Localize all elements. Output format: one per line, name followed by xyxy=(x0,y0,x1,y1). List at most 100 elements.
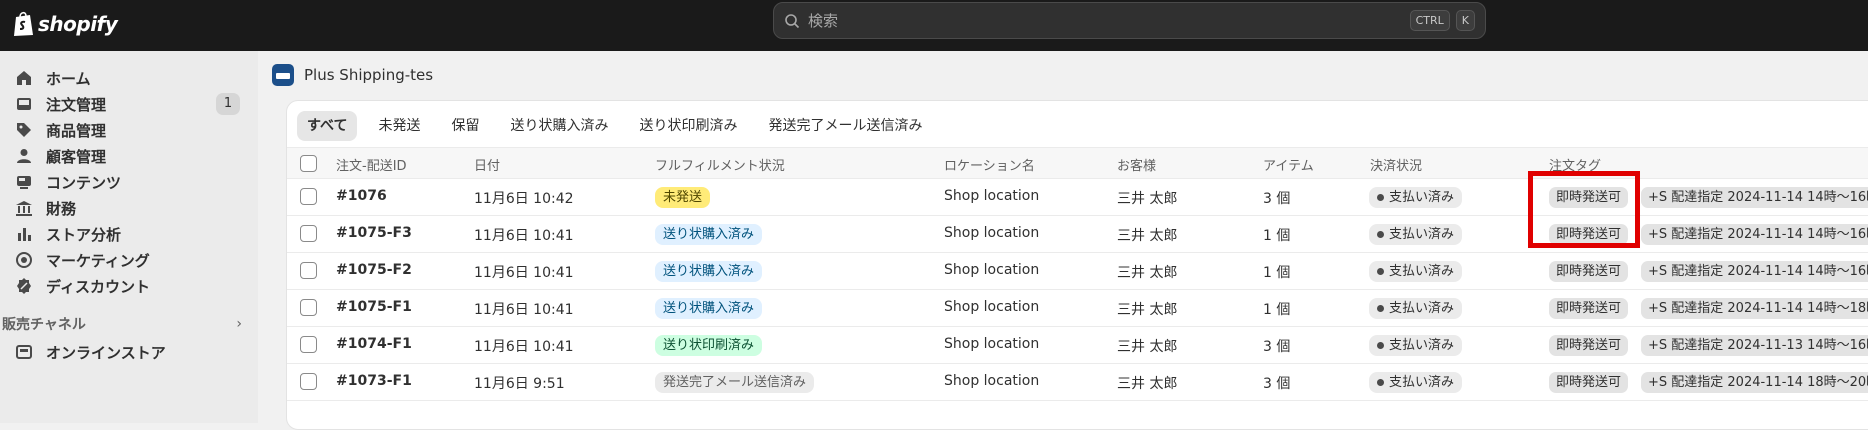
sidebar-item-label: 注文管理 xyxy=(46,95,107,114)
order-tag: 即時発送可 xyxy=(1549,298,1629,319)
location-name: Shop location xyxy=(944,336,1040,352)
tab-label-purchased[interactable]: 送り状購入済み xyxy=(500,111,618,141)
chevron-right-icon: › xyxy=(236,316,242,332)
table-row[interactable]: #1074-F1 11月6日 10:41 送り状印刷済み Shop location 三… xyxy=(287,327,1868,364)
sidebar-item-online-store[interactable]: オンラインストア xyxy=(10,337,246,367)
fulfillment-status-badge: 送り状印刷済み xyxy=(655,335,763,356)
customer-name: 三井 太郎 xyxy=(1117,265,1178,281)
shortcut-key-ctrl: CTRL xyxy=(1409,10,1450,31)
sidebar-item-label: ホーム xyxy=(46,69,91,88)
row-checkbox[interactable] xyxy=(300,262,317,279)
fulfillment-status-badge: 未発送 xyxy=(655,187,711,208)
item-count: 1 個 xyxy=(1263,265,1291,281)
order-id-link[interactable]: #1075-F3 xyxy=(336,225,412,241)
order-date: 11月6日 10:41 xyxy=(474,302,574,318)
order-id-link[interactable]: #1074-F1 xyxy=(336,336,412,352)
shortcut-key-k: K xyxy=(1455,10,1475,31)
content-icon xyxy=(14,172,34,192)
orders-count-badge: 1 xyxy=(216,93,240,115)
fulfillment-status-badge: 送り状購入済み xyxy=(655,261,763,282)
payment-status-badge: 支払い済み xyxy=(1369,298,1463,319)
order-date: 11月6日 9:51 xyxy=(474,376,565,392)
order-tag: +S 配達指定 2024-11-14 14時〜18時 xyxy=(1641,298,1868,319)
sidebar-item-label: ストア分析 xyxy=(46,225,122,244)
orders-card: すべて 未発送 保留 送り状購入済み 送り状印刷済み 発送完了メール送信済み 注… xyxy=(286,100,1868,430)
row-checkbox[interactable] xyxy=(300,373,317,390)
row-checkbox[interactable] xyxy=(300,299,317,316)
tab-label-printed[interactable]: 送り状印刷済み xyxy=(629,111,747,141)
tab-unfulfilled[interactable]: 未発送 xyxy=(368,111,430,141)
store-header: Plus Shipping-tes xyxy=(272,63,433,87)
target-icon xyxy=(14,250,34,270)
sidebar-item-label: コンテンツ xyxy=(46,173,122,192)
sidebar-item-label: ディスカウント xyxy=(46,277,150,296)
item-count: 1 個 xyxy=(1263,302,1291,318)
order-tag: 即時発送可 xyxy=(1549,261,1629,282)
order-tag: 即時発送可 xyxy=(1549,372,1629,393)
sidebar-item-label: 顧客管理 xyxy=(46,147,107,166)
bank-icon xyxy=(14,198,34,218)
table-row[interactable]: #1075-F2 11月6日 10:41 送り状購入済み Shop location 三… xyxy=(287,253,1868,290)
payment-status-badge: 支払い済み xyxy=(1369,224,1463,245)
item-count: 1 個 xyxy=(1263,228,1291,244)
sales-channels-label: 販売チャネル xyxy=(2,317,86,333)
location-name: Shop location xyxy=(944,225,1040,241)
select-all-checkbox[interactable] xyxy=(300,155,317,172)
item-count: 3 個 xyxy=(1263,339,1291,355)
tag-icon xyxy=(14,120,34,140)
column-header-items[interactable]: アイテム xyxy=(1263,155,1314,174)
payment-status-badge: 支払い済み xyxy=(1369,187,1463,208)
fulfillment-status-badge: 発送完了メール送信済み xyxy=(655,372,815,393)
tab-all[interactable]: すべて xyxy=(297,111,358,141)
row-checkbox[interactable] xyxy=(300,188,317,205)
tab-shipped-email-sent[interactable]: 発送完了メール送信済み xyxy=(758,111,932,141)
column-header-customer[interactable]: お客様 xyxy=(1117,155,1156,174)
column-header-id[interactable]: 注文-配送ID xyxy=(336,155,407,174)
tab-on-hold[interactable]: 保留 xyxy=(441,111,489,141)
payment-status-badge: 支払い済み xyxy=(1369,372,1463,393)
order-id-link[interactable]: #1073-F1 xyxy=(336,373,412,389)
order-id-link[interactable]: #1076 xyxy=(336,188,387,204)
sales-channels-section[interactable]: 販売チャネル › xyxy=(2,313,242,335)
shopify-logo[interactable]: shopify xyxy=(12,8,118,40)
sidebar: ホーム 注文管理 1 商品管理 顧客管理 コンテンツ 財務 ストア分析 マーケテ… xyxy=(0,51,258,423)
order-tag: +S 配達指定 2024-11-14 18時〜20時 xyxy=(1641,372,1868,393)
row-checkbox[interactable] xyxy=(300,225,317,242)
search-placeholder: 検索 xyxy=(808,12,839,30)
order-tabs: すべて 未発送 保留 送り状購入済み 送り状印刷済み 発送完了メール送信済み xyxy=(297,111,943,141)
order-date: 11月6日 10:41 xyxy=(474,265,574,281)
location-name: Shop location xyxy=(944,262,1040,278)
shopify-bag-icon xyxy=(14,11,33,36)
search-bar[interactable]: 検索 CTRL K xyxy=(773,2,1486,39)
order-id-link[interactable]: #1075-F2 xyxy=(336,262,412,278)
sidebar-item-label: オンラインストア xyxy=(46,343,166,362)
order-date: 11月6日 10:42 xyxy=(474,191,574,207)
logo-text: shopify xyxy=(38,12,118,36)
store-name: Plus Shipping-tes xyxy=(304,66,434,84)
person-icon xyxy=(14,146,34,166)
search-icon xyxy=(785,13,800,28)
order-id-link[interactable]: #1075-F1 xyxy=(336,299,412,315)
column-header-fulfillment[interactable]: フルフィルメント状況 xyxy=(655,155,785,174)
order-tag: +S 配達指定 2024-11-13 14時〜16時 xyxy=(1641,335,1868,356)
row-checkbox[interactable] xyxy=(300,336,317,353)
tag-column-highlight xyxy=(1528,171,1640,248)
column-header-payment[interactable]: 決済状況 xyxy=(1370,155,1422,174)
fulfillment-status-badge: 送り状購入済み xyxy=(655,298,763,319)
table-row[interactable]: #1075-F1 11月6日 10:41 送り状購入済み Shop location 三… xyxy=(287,290,1868,327)
location-name: Shop location xyxy=(944,299,1040,315)
order-tag: +S 配達指定 2024-11-14 14時〜16時 xyxy=(1641,261,1868,282)
item-count: 3 個 xyxy=(1263,191,1291,207)
order-tag: +S 配達指定 2024-11-14 14時〜16時 xyxy=(1641,187,1868,208)
order-date: 11月6日 10:41 xyxy=(474,339,574,355)
sidebar-item-discounts[interactable]: ディスカウント xyxy=(10,271,246,301)
discount-icon xyxy=(14,276,34,296)
order-tag: +S 配達指定 2024-11-14 14時〜16時 xyxy=(1641,224,1868,245)
payment-status-badge: 支払い済み xyxy=(1369,261,1463,282)
column-header-location[interactable]: ロケーション名 xyxy=(944,155,1035,174)
table-row[interactable]: #1073-F1 11月6日 9:51 発送完了メール送信済み Shop locati… xyxy=(287,364,1868,401)
column-header-date[interactable]: 日付 xyxy=(474,155,500,174)
home-icon xyxy=(14,68,34,88)
store-icon xyxy=(14,342,34,362)
fulfillment-status-badge: 送り状購入済み xyxy=(655,224,763,245)
